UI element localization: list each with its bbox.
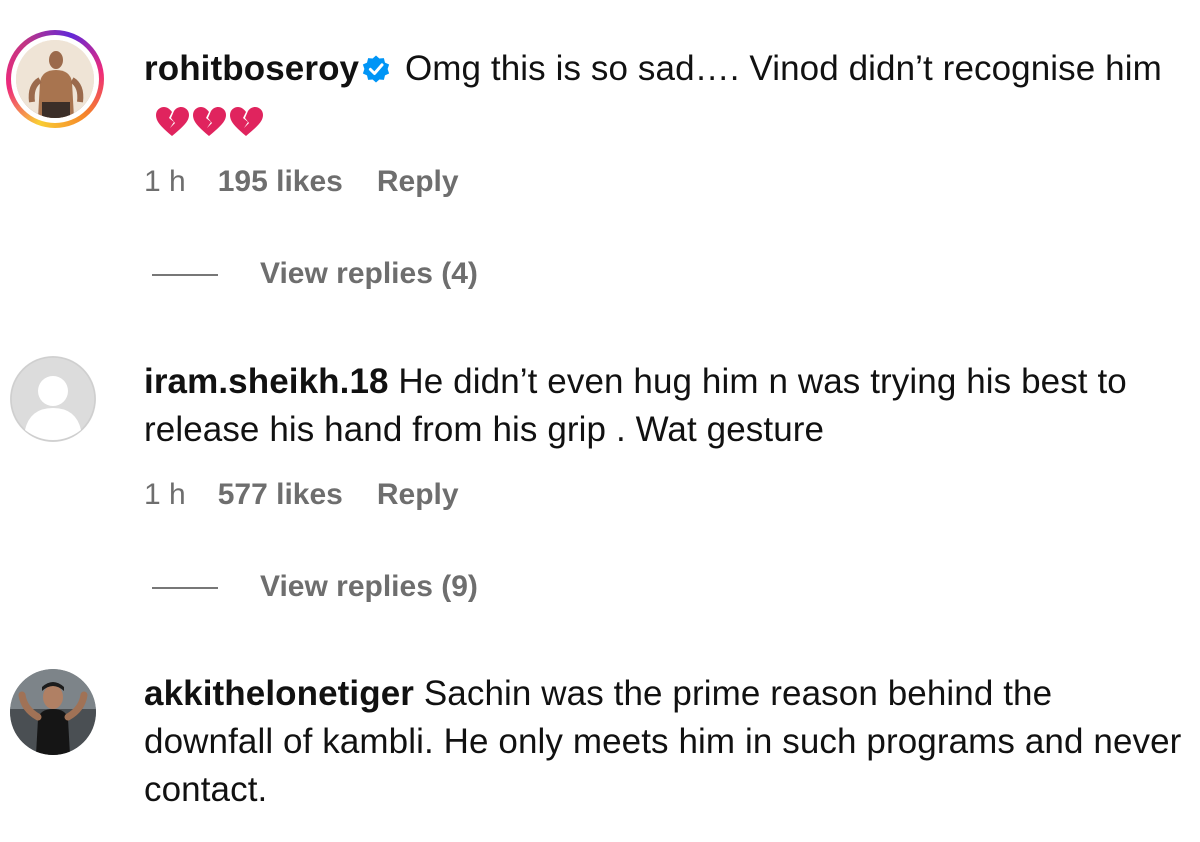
- avatar[interactable]: [10, 669, 96, 755]
- username[interactable]: akkithelonetiger: [144, 674, 414, 713]
- username[interactable]: iram.sheikh.18: [144, 362, 389, 401]
- comment-text: Omg this is so sad…. Vinod didn’t recogn…: [404, 49, 1162, 88]
- likes-count[interactable]: 577 likes: [218, 478, 343, 512]
- view-replies-button[interactable]: View replies (9): [152, 570, 478, 604]
- default-avatar-icon[interactable]: [10, 356, 96, 442]
- timestamp: 1 h: [144, 165, 186, 198]
- timestamp: 1 h: [144, 478, 186, 511]
- comment-body: rohitboseroy Omg this is so sad…. Vinod …: [144, 45, 1184, 151]
- likes-count[interactable]: 195 likes: [218, 165, 343, 199]
- username[interactable]: rohitboseroy: [144, 49, 359, 88]
- avatar: [16, 40, 94, 118]
- reply-button[interactable]: Reply: [377, 478, 459, 512]
- view-replies-label: View replies (4): [260, 257, 478, 290]
- comment-body: akkithelonetiger Sachin was the prime re…: [144, 670, 1184, 814]
- view-replies-label: View replies (9): [260, 570, 478, 603]
- broken-heart-icon: [154, 103, 266, 151]
- view-replies-button[interactable]: View replies (4): [152, 257, 478, 291]
- comment-body: iram.sheikh.18 He didn’t even hug him n …: [144, 358, 1184, 454]
- comment-meta: 1 h 195 likes Reply: [144, 165, 459, 199]
- comment-meta: 1 h 577 likes Reply: [144, 478, 459, 512]
- replies-divider: [152, 587, 218, 590]
- verified-badge-icon: [361, 49, 391, 97]
- avatar-story-ring[interactable]: [6, 30, 104, 128]
- reply-button[interactable]: Reply: [377, 165, 459, 199]
- replies-divider: [152, 274, 218, 277]
